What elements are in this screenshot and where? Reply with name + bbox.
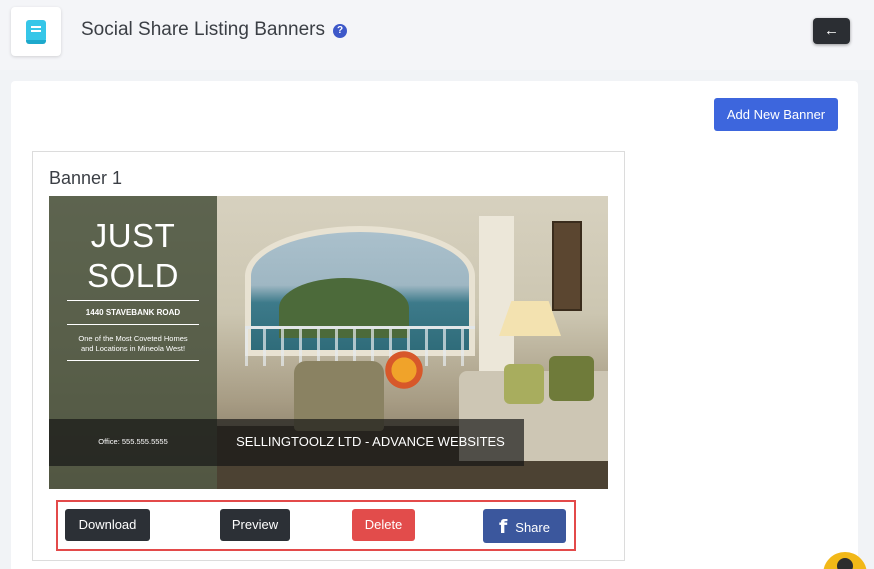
divider xyxy=(67,300,199,301)
app-logo[interactable] xyxy=(11,7,61,56)
banner-address: 1440 STAVEBANK ROAD xyxy=(85,308,181,317)
image-railing xyxy=(245,326,475,366)
banner-image: JUST SOLD 1440 STAVEBANK ROAD One of the… xyxy=(49,196,608,489)
banner-tagline: One of the Most Coveted Homes and Locati… xyxy=(49,334,217,354)
divider xyxy=(67,324,199,325)
share-label: Share xyxy=(515,520,550,535)
preview-button[interactable]: Preview xyxy=(220,509,290,541)
banner-company-name: SELLINGTOOLZ LTD - ADVANCE WEBSITES xyxy=(236,434,505,449)
download-button[interactable]: Download xyxy=(65,509,150,541)
tagline-line-2: and Locations in Mineola West! xyxy=(80,344,186,353)
headline-line-2: SOLD xyxy=(87,257,179,294)
page-title: Social Share Listing Banners xyxy=(81,19,325,40)
image-pillow xyxy=(549,356,594,401)
image-pillow xyxy=(504,364,544,404)
banner-headline: JUST SOLD xyxy=(49,216,217,296)
facebook-share-button[interactable]: f Share xyxy=(483,509,566,543)
page-header: Social Share Listing Banners ? ← xyxy=(0,0,874,70)
image-wall-art xyxy=(552,221,582,311)
banner-title: Banner 1 xyxy=(49,168,123,188)
divider xyxy=(67,360,199,361)
delete-button[interactable]: Delete xyxy=(352,509,415,541)
headline-line-1: JUST xyxy=(90,217,176,254)
back-button[interactable]: ← xyxy=(813,18,850,44)
facebook-icon: f xyxy=(499,516,508,538)
gear-icon xyxy=(837,558,853,569)
image-flowers xyxy=(384,346,424,406)
add-new-banner-button[interactable]: Add New Banner xyxy=(714,98,838,131)
tagline-line-1: One of the Most Coveted Homes xyxy=(78,334,188,343)
banner-office-phone: Office: 555.555.5555 xyxy=(98,437,168,446)
arrow-left-icon: ← xyxy=(824,22,839,39)
help-icon[interactable]: ? xyxy=(333,24,347,38)
book-icon xyxy=(26,20,46,44)
